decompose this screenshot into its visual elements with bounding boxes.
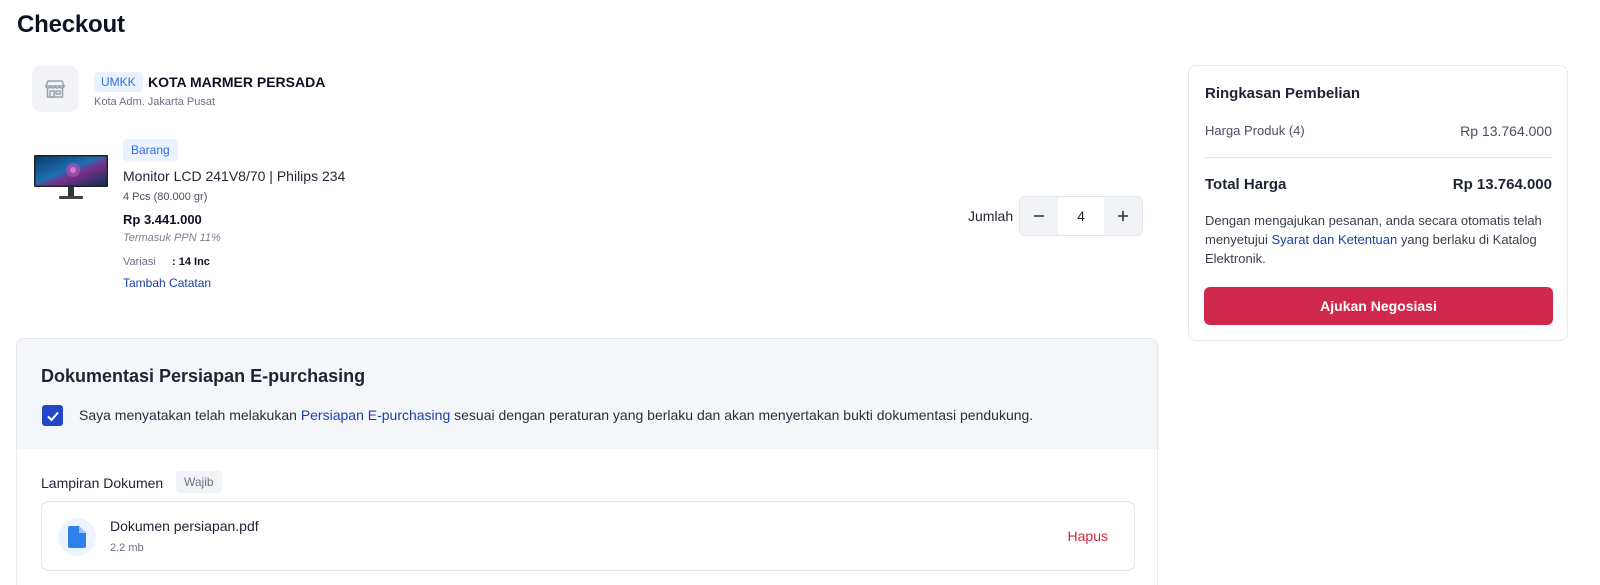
page-title: Checkout — [17, 11, 125, 38]
total-price-value: Rp 13.764.000 — [1452, 176, 1552, 193]
product-image — [33, 153, 109, 203]
required-badge: Wajib — [176, 471, 222, 493]
file-icon — [58, 518, 96, 556]
delete-file-button[interactable]: Hapus — [1068, 528, 1108, 544]
documentation-header: Dokumentasi Persiapan E-purchasing Saya … — [17, 339, 1157, 449]
seller-name[interactable]: KOTA MARMER PERSADA — [148, 74, 325, 90]
seller-location: Kota Adm. Jakarta Pusat — [94, 96, 216, 108]
documentation-section: Dokumentasi Persiapan E-purchasing Saya … — [16, 338, 1158, 585]
file-size: 2.2 mb — [110, 542, 144, 554]
decrease-quantity-button[interactable] — [1020, 197, 1058, 235]
statement-text-after: sesuai dengan peraturan yang berlaku dan… — [450, 407, 1034, 423]
summary-divider — [1205, 157, 1552, 158]
plus-icon — [1118, 211, 1128, 221]
attached-file-card: Dokumen persiapan.pdf 2.2 mb Hapus — [41, 501, 1135, 571]
summary-title: Ringkasan Pembelian — [1205, 85, 1361, 102]
documentation-title: Dokumentasi Persiapan E-purchasing — [41, 366, 366, 386]
seller-type-badge: UMKK — [94, 72, 143, 92]
product-price: Rp 3.441.000 — [123, 212, 202, 227]
terms-notice: Dengan mengajukan pesanan, anda secara o… — [1205, 211, 1555, 268]
variant-label: Variasi — [123, 256, 156, 268]
quantity-label: Jumlah — [968, 208, 1014, 224]
variant-value: : 14 Inc — [172, 256, 210, 268]
store-icon — [32, 66, 78, 112]
product-price-label: Harga Produk (4) — [1205, 123, 1305, 138]
product-name[interactable]: Monitor LCD 241V8/70 | Philips 234 — [123, 168, 345, 184]
add-note-link[interactable]: Tambah Catatan — [123, 276, 211, 290]
agreement-statement: Saya menyatakan telah melakukan Persiapa… — [79, 407, 1033, 423]
product-tax-note: Termasuk PPN 11% — [123, 232, 221, 244]
terms-and-conditions-link[interactable]: Syarat dan Ketentuan — [1271, 232, 1397, 247]
product-quantity-weight: 4 Pcs (80.000 gr) — [123, 191, 208, 203]
minus-icon — [1034, 215, 1044, 217]
quantity-stepper: 4 — [1019, 196, 1143, 236]
purchase-summary: Ringkasan Pembelian Harga Produk (4) Rp … — [1188, 65, 1568, 341]
attachment-label: Lampiran Dokumen — [41, 475, 164, 491]
product-type-badge: Barang — [123, 139, 178, 161]
increase-quantity-button[interactable] — [1104, 197, 1142, 235]
statement-text-before: Saya menyatakan telah melakukan — [79, 407, 301, 423]
quantity-input[interactable]: 4 — [1058, 197, 1104, 235]
submit-negotiation-button[interactable]: Ajukan Negosiasi — [1204, 287, 1553, 325]
product-price-value: Rp 13.764.000 — [1460, 123, 1552, 139]
e-purchasing-preparation-link[interactable]: Persiapan E-purchasing — [301, 407, 450, 423]
checkmark-icon — [46, 411, 59, 421]
agreement-checkbox[interactable] — [42, 405, 63, 426]
file-name[interactable]: Dokumen persiapan.pdf — [110, 518, 259, 534]
total-price-label: Total Harga — [1205, 176, 1287, 193]
